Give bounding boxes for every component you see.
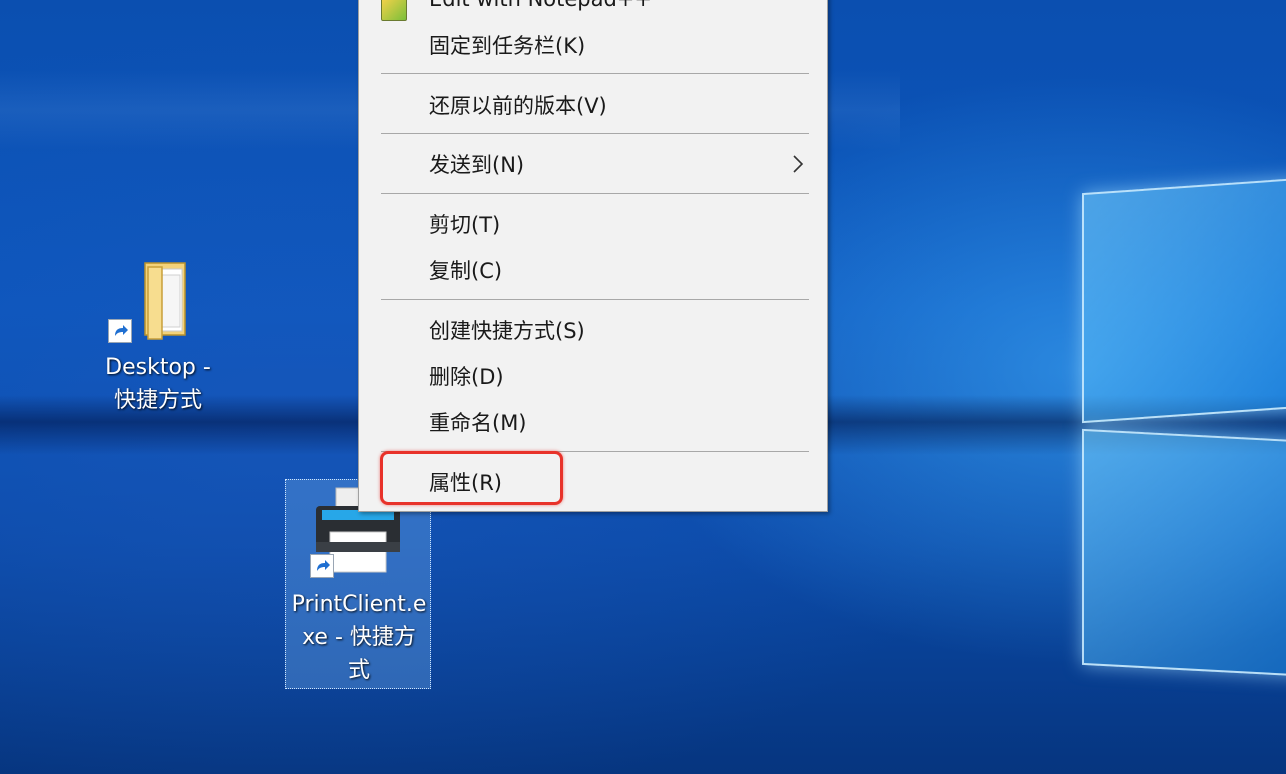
menu-item-label: 剪切(T) [429, 213, 501, 237]
menu-item-copy[interactable]: 复制(C) [359, 250, 827, 290]
menu-item-restore-previous-versions[interactable]: 还原以前的版本(V) [359, 85, 827, 125]
notepad-plus-plus-icon [381, 0, 407, 21]
menu-item-label: 创建快捷方式(S) [429, 319, 585, 343]
windows-logo-pane-bottom [1082, 428, 1286, 678]
printclient-label-line2: xe - 快捷方 [302, 625, 416, 650]
context-menu: Edit with Notepad++ 固定到任务栏(K) 还原以前的版本(V)… [358, 0, 828, 512]
properties-highlight-box [380, 451, 563, 505]
desktop-shortcut-label: Desktop - [105, 355, 211, 380]
menu-item-label: 固定到任务栏(K) [429, 34, 586, 58]
printclient-label-line3: 式 [347, 658, 370, 683]
printclient-label-line1: PrintClient.e [291, 592, 427, 617]
chevron-right-icon [793, 155, 804, 173]
menu-item-label: 复制(C) [429, 259, 503, 283]
menu-item-send-to[interactable]: 发送到(N) [359, 144, 827, 184]
menu-item-label: 发送到(N) [429, 153, 525, 177]
menu-item-pin-to-taskbar[interactable]: 固定到任务栏(K) [359, 25, 827, 65]
menu-separator [381, 299, 809, 300]
menu-item-label: 删除(D) [429, 365, 504, 389]
menu-item-rename[interactable]: 重命名(M) [359, 402, 827, 442]
menu-item-create-shortcut[interactable]: 创建快捷方式(S) [359, 310, 827, 350]
menu-item-delete[interactable]: 删除(D) [359, 356, 827, 396]
windows-logo-pane-top [1082, 176, 1286, 424]
menu-item-label: 还原以前的版本(V) [429, 94, 607, 118]
desktop-shortcut-label-line2: 快捷方式 [113, 388, 202, 413]
shortcut-arrow-icon [310, 554, 334, 578]
menu-separator [381, 133, 809, 134]
menu-item-label: 重命名(M) [429, 411, 527, 435]
menu-item-edit-with-notepad[interactable]: Edit with Notepad++ [359, 0, 827, 25]
desktop-shortcut-desktop[interactable]: Desktop - 快捷方式 [88, 255, 228, 415]
menu-item-label: Edit with Notepad++ [429, 0, 652, 11]
shortcut-arrow-icon [108, 319, 132, 343]
menu-item-cut[interactable]: 剪切(T) [359, 204, 827, 244]
menu-separator [381, 193, 809, 194]
menu-separator [381, 73, 809, 74]
